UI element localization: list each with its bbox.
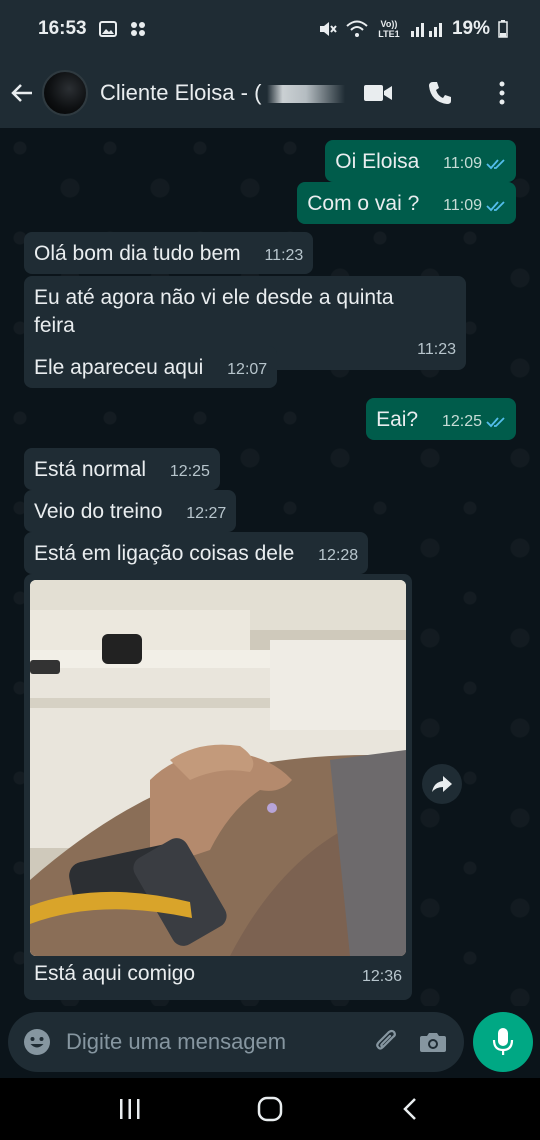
- compose-bar: [0, 1006, 540, 1078]
- message-input-container: [8, 1012, 464, 1072]
- forward-button[interactable]: [422, 764, 462, 804]
- more-vert-icon: [499, 81, 505, 105]
- message-bubble-outgoing[interactable]: Com o vai ? 11:09: [297, 182, 516, 224]
- photo-attachment[interactable]: [30, 580, 406, 956]
- back-nav-button[interactable]: [380, 1084, 440, 1134]
- home-icon: [257, 1096, 283, 1122]
- wifi-icon: [346, 20, 368, 38]
- avatar[interactable]: [42, 70, 88, 116]
- phone-icon: [429, 82, 451, 104]
- contact-name-text: Cliente Eloisa - (: [100, 80, 262, 105]
- recent-apps-button[interactable]: [100, 1084, 160, 1134]
- mute-icon: [318, 20, 338, 38]
- status-time: 16:53: [38, 18, 87, 39]
- system-navigation-bar: [0, 1078, 540, 1140]
- message-bubble-incoming[interactable]: Está em ligação coisas dele 12:28: [24, 532, 369, 574]
- message-bubble-outgoing[interactable]: Oi Eloisa 11:09: [325, 140, 516, 182]
- back-arrow-icon: [11, 84, 32, 102]
- message-time: 11:09: [443, 197, 482, 214]
- battery-percent: 19%: [451, 18, 490, 39]
- battery-icon: [498, 20, 508, 38]
- message-text: Oi Eloisa: [335, 150, 420, 173]
- home-button[interactable]: [240, 1084, 300, 1134]
- message-time: 12:07: [227, 361, 268, 378]
- forward-icon: [432, 776, 452, 792]
- cluster-icon: [129, 20, 147, 38]
- back-button[interactable]: [2, 58, 42, 128]
- message-text: Olá bom dia tudo bem: [34, 242, 241, 265]
- image-caption: Está aqui comigo: [34, 962, 196, 985]
- voice-record-button[interactable]: [473, 1012, 533, 1072]
- microphone-icon: [492, 1028, 514, 1055]
- attach-button[interactable]: [370, 1025, 404, 1059]
- signal-icon: [410, 21, 444, 37]
- message-time: 12:25: [441, 413, 482, 430]
- message-bubble-incoming[interactable]: Ele apareceu aqui 12:07: [24, 346, 278, 388]
- chevron-left-icon: [403, 1098, 416, 1120]
- image-message[interactable]: Está aqui comigo 12:36: [24, 574, 412, 1000]
- message-input[interactable]: [66, 1022, 358, 1062]
- photo-image: [30, 580, 406, 956]
- read-ticks-icon: [486, 159, 505, 170]
- read-ticks-icon: [486, 417, 505, 428]
- chat-header: Cliente Eloisa - (: [0, 58, 540, 128]
- recent-apps-icon: [120, 1099, 140, 1119]
- more-options-button[interactable]: [486, 73, 518, 113]
- message-text: Ele apareceu aqui: [34, 356, 204, 379]
- redacted-name-block: [267, 85, 346, 104]
- message-text: Eu até agora não vi ele desde a quinta f…: [34, 286, 394, 337]
- message-list[interactable]: Oi Eloisa 11:09 Com o vai ? 11:09 Olá bo…: [0, 128, 540, 1006]
- message-time: 12:28: [318, 547, 359, 564]
- message-time: 12:36: [361, 968, 402, 985]
- message-time: 11:23: [264, 247, 304, 264]
- message-bubble-incoming[interactable]: Olá bom dia tudo bem 11:23: [24, 232, 314, 274]
- paperclip-icon: [376, 1029, 396, 1050]
- message-text: Com o vai ?: [307, 192, 420, 215]
- network-label: Vo)) LTE1: [378, 19, 400, 39]
- message-text: Está normal: [34, 458, 147, 481]
- camera-icon: [420, 1033, 446, 1052]
- message-time: 12:25: [169, 463, 210, 480]
- message-text: Veio do treino: [34, 500, 163, 523]
- read-ticks-icon: [486, 201, 505, 212]
- camera-button[interactable]: [416, 1025, 450, 1059]
- video-call-icon: [364, 85, 392, 101]
- voice-call-button[interactable]: [424, 73, 456, 113]
- image-icon: [98, 21, 117, 37]
- message-bubble-incoming[interactable]: Veio do treino 12:27: [24, 490, 237, 532]
- contact-name[interactable]: Cliente Eloisa - (: [100, 80, 346, 106]
- emoji-button[interactable]: [22, 1027, 52, 1057]
- whatsapp-chat-screen: 16:53 Vo)) LTE1 19% Cliente Eloisa - (O…: [0, 0, 540, 1140]
- status-bar: 16:53 Vo)) LTE1 19%: [0, 0, 540, 58]
- message-time: 11:09: [443, 155, 482, 172]
- message-time: 12:27: [186, 505, 227, 522]
- message-bubble-outgoing[interactable]: Eai? 12:25: [366, 398, 516, 440]
- message-text: Eai?: [376, 408, 419, 431]
- video-call-button[interactable]: [362, 73, 394, 113]
- message-bubble-incoming[interactable]: Está normal 12:25: [24, 448, 220, 490]
- emoji-icon: [24, 1029, 50, 1055]
- message-text: Está em ligação coisas dele: [34, 542, 295, 565]
